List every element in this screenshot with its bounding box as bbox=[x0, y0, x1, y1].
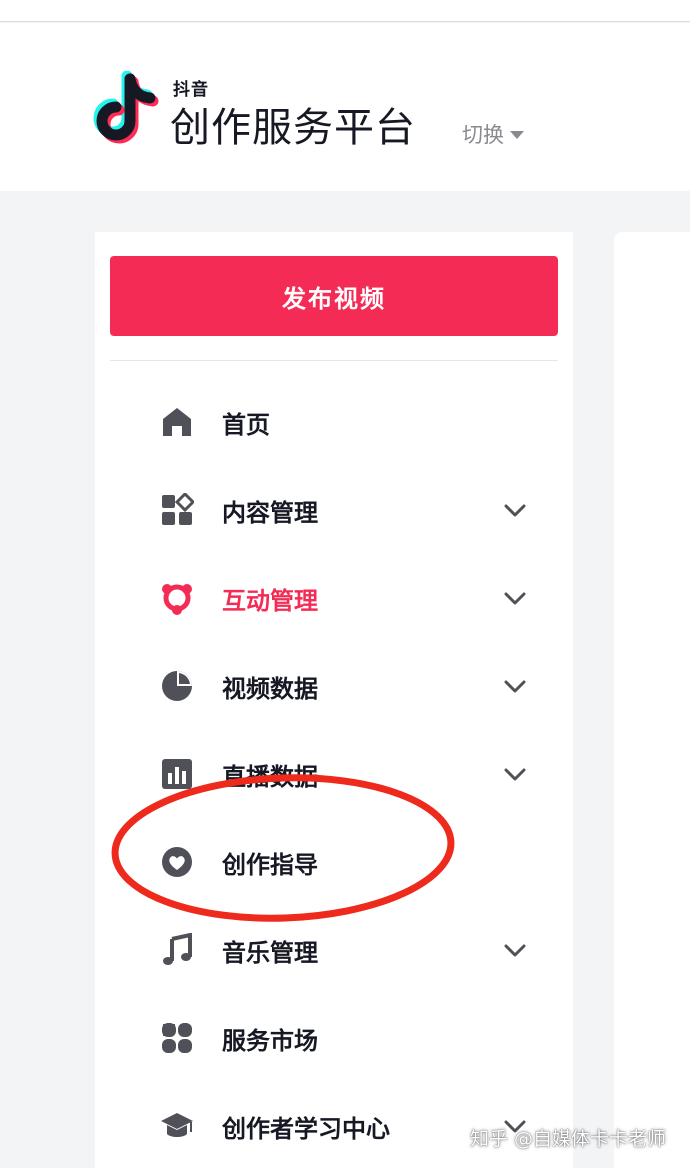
chevron-down-icon[interactable] bbox=[501, 672, 529, 700]
watermark: 知乎 @自媒体卡卡老师 bbox=[470, 1128, 667, 1150]
sidebar-item-label: 互动管理 bbox=[222, 587, 318, 615]
chevron-down-icon[interactable] bbox=[501, 496, 529, 524]
graduation-cap-icon bbox=[159, 1108, 195, 1144]
sidebar-item-home[interactable]: 首页 bbox=[95, 392, 573, 452]
sidebar-item-live-data[interactable]: 直播数据 bbox=[95, 744, 573, 804]
sidebar-item-label: 创作者学习中心 bbox=[222, 1115, 390, 1143]
pie-chart-icon bbox=[159, 668, 195, 704]
sidebar-item-service-market[interactable]: 服务市场 bbox=[95, 1008, 573, 1068]
chevron-down-icon[interactable] bbox=[501, 936, 529, 964]
sidebar-divider bbox=[110, 360, 558, 361]
home-icon bbox=[159, 404, 195, 440]
page: 抖音 创作服务平台 切换 发布视频 首页 内容管理 互动管理 视频数据 直播数据… bbox=[0, 0, 690, 1168]
sidebar-item-content[interactable]: 内容管理 bbox=[95, 480, 573, 540]
sidebar-item-video-data[interactable]: 视频数据 bbox=[95, 656, 573, 716]
switch-label: 切换 bbox=[462, 123, 504, 147]
sidebar-item-label: 创作指导 bbox=[222, 851, 318, 879]
sidebar-item-label: 首页 bbox=[222, 411, 270, 439]
switch-dropdown[interactable]: 切换 bbox=[462, 119, 524, 149]
sidebar-item-label: 直播数据 bbox=[222, 763, 318, 791]
sidebar-item-label: 内容管理 bbox=[222, 499, 318, 527]
music-note-icon bbox=[159, 932, 195, 968]
bar-chart-icon bbox=[159, 756, 195, 792]
content-grid-icon bbox=[159, 492, 195, 528]
header: 抖音 创作服务平台 切换 bbox=[0, 23, 690, 191]
sidebar-item-music[interactable]: 音乐管理 bbox=[95, 920, 573, 980]
sidebar-item-label: 视频数据 bbox=[222, 675, 318, 703]
main-content-panel bbox=[614, 232, 690, 1168]
chevron-down-icon[interactable] bbox=[501, 584, 529, 612]
sidebar-item-label: 服务市场 bbox=[222, 1027, 318, 1055]
brand-title: 创作服务平台 bbox=[170, 105, 416, 151]
browser-top-strip bbox=[0, 0, 690, 22]
interaction-icon bbox=[159, 580, 195, 616]
chevron-down-icon[interactable] bbox=[501, 760, 529, 788]
sidebar-item-interaction[interactable]: 互动管理 bbox=[95, 568, 573, 628]
douyin-logo-icon[interactable] bbox=[92, 71, 160, 145]
caret-down-icon bbox=[510, 131, 524, 139]
sidebar: 发布视频 首页 内容管理 互动管理 视频数据 直播数据 创作指导 音乐管理 服务… bbox=[95, 232, 573, 1168]
heart-circle-icon bbox=[159, 844, 195, 880]
sidebar-item-creation-guide[interactable]: 创作指导 bbox=[95, 832, 573, 892]
service-market-icon bbox=[159, 1020, 195, 1056]
sidebar-item-label: 音乐管理 bbox=[222, 939, 318, 967]
publish-video-button[interactable]: 发布视频 bbox=[110, 256, 558, 336]
